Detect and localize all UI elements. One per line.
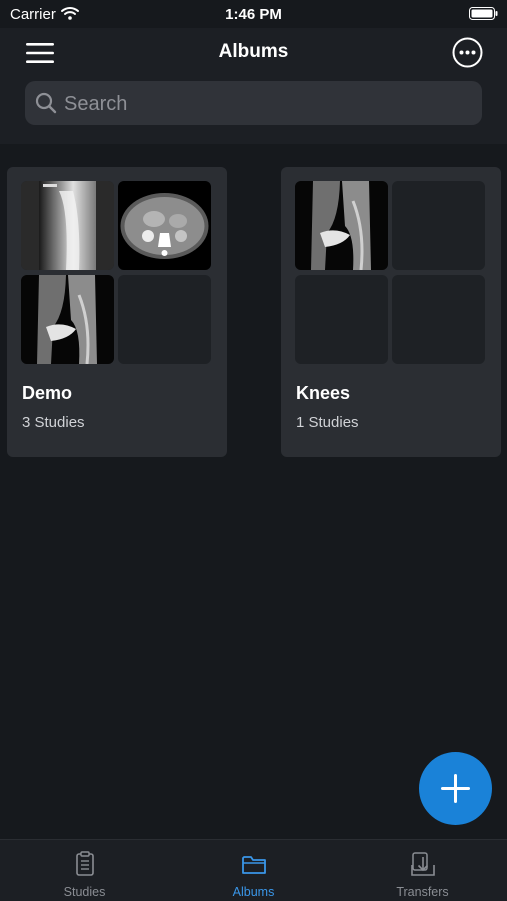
album-card-demo[interactable]: Demo 3 Studies xyxy=(7,167,227,457)
status-bar: Carrier 1:46 PM xyxy=(0,0,507,28)
study-thumbnail-knee-mri xyxy=(295,181,388,270)
tab-transfers[interactable]: Transfers xyxy=(338,840,507,901)
album-study-count: 3 Studies xyxy=(22,414,85,431)
empty-thumbnail xyxy=(392,181,485,270)
hamburger-menu-icon[interactable] xyxy=(26,42,54,64)
empty-thumbnail xyxy=(392,275,485,364)
search-input[interactable] xyxy=(62,81,476,127)
study-thumbnail-knee-mri xyxy=(21,275,114,364)
add-album-button[interactable] xyxy=(419,752,492,825)
header: Albums xyxy=(0,28,507,144)
album-card-knees[interactable]: Knees 1 Studies xyxy=(281,167,501,457)
tab-label: Studies xyxy=(63,885,106,899)
empty-thumbnail xyxy=(295,275,388,364)
search-bar[interactable] xyxy=(25,81,482,127)
tab-studies[interactable]: Studies xyxy=(0,840,169,901)
page-title: Albums xyxy=(218,41,289,62)
battery-icon xyxy=(469,7,498,20)
search-icon xyxy=(35,92,57,114)
plus-icon xyxy=(441,774,470,803)
folder-icon xyxy=(242,856,266,874)
empty-thumbnail xyxy=(118,275,211,364)
tab-label: Albums xyxy=(232,885,275,899)
tab-label: Transfers xyxy=(396,885,449,899)
study-thumbnail-ct xyxy=(118,181,211,270)
tab-bar: Studies Albums Transfers xyxy=(0,839,507,901)
album-name: Knees xyxy=(296,383,351,403)
tab-albums[interactable]: Albums xyxy=(169,840,338,901)
download-tray-icon xyxy=(411,852,435,876)
more-options-icon[interactable] xyxy=(452,37,483,68)
clipboard-icon xyxy=(76,851,94,876)
album-name: Demo xyxy=(22,383,73,403)
album-study-count: 1 Studies xyxy=(296,414,359,431)
clock: 1:46 PM xyxy=(225,6,282,23)
study-thumbnail-xray xyxy=(21,181,114,270)
